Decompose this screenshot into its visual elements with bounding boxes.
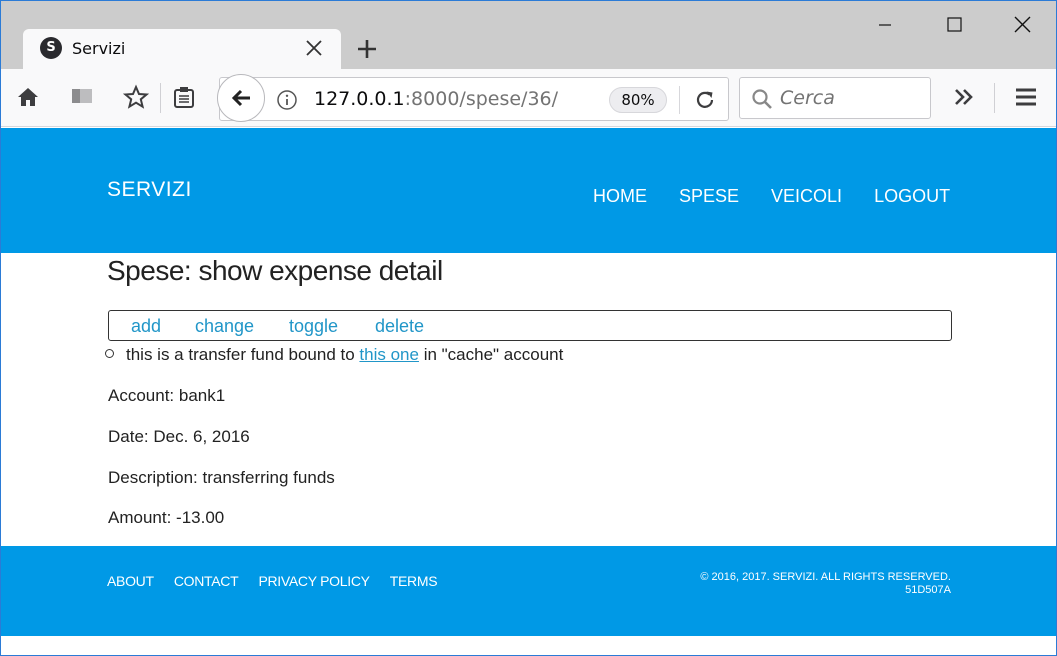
footer-contact[interactable]: CONTACT: [174, 573, 239, 589]
description-field: Description: transferring funds: [108, 468, 335, 487]
toggle-link[interactable]: toggle: [289, 316, 338, 337]
search-bar[interactable]: [739, 77, 931, 119]
delete-link[interactable]: delete: [375, 316, 424, 337]
reader-icon[interactable]: [171, 84, 197, 110]
note-prefix: this is a transfer fund bound to: [126, 345, 360, 364]
account-field: Account: bank1: [108, 386, 226, 405]
url-path: :8000/spese/36/: [404, 88, 559, 110]
main-nav: HOME SPESE VEICOLI LOGOUT: [593, 186, 982, 207]
url-bar[interactable]: 127.0.0.1:8000/spese/36/ 80%: [219, 77, 729, 121]
minimize-icon[interactable]: [871, 11, 899, 39]
linked-expense-link[interactable]: this one: [359, 345, 419, 364]
amount-field: Amount: -13.00: [108, 508, 225, 527]
reload-icon[interactable]: [693, 88, 717, 112]
navigation-toolbar: 127.0.0.1:8000/spese/36/ 80%: [1, 69, 1056, 127]
site-header: SERVIZI HOME SPESE VEICOLI LOGOUT: [1, 128, 1056, 253]
site-footer: ABOUT CONTACT PRIVACY POLICY TERMS © 201…: [1, 546, 1056, 636]
url-host: 127.0.0.1: [314, 88, 405, 110]
search-input[interactable]: [780, 85, 920, 111]
url-separator: [679, 86, 680, 114]
nav-veicoli[interactable]: VEICOLI: [771, 186, 842, 207]
overflow-icon[interactable]: [951, 84, 977, 110]
nav-home[interactable]: HOME: [593, 186, 647, 207]
site-favicon: S: [40, 37, 62, 59]
url-text[interactable]: 127.0.0.1:8000/spese/36/: [314, 88, 558, 110]
search-icon: [752, 89, 772, 109]
footer-terms[interactable]: TERMS: [390, 573, 438, 589]
footer-privacy[interactable]: PRIVACY POLICY: [258, 573, 370, 589]
page-title: Spese: show expense detail: [107, 255, 443, 286]
pocket-icon[interactable]: [69, 84, 95, 110]
close-tab-icon[interactable]: [303, 37, 325, 59]
new-tab-icon[interactable]: [353, 35, 381, 63]
transfer-note: this is a transfer fund bound to this on…: [105, 345, 563, 365]
zoom-indicator[interactable]: 80%: [609, 87, 667, 113]
maximize-icon[interactable]: [940, 11, 968, 39]
action-bar: add change toggle delete: [108, 310, 952, 341]
toolbar-separator: [994, 83, 995, 113]
footer-about[interactable]: ABOUT: [107, 573, 154, 589]
date-field: Date: Dec. 6, 2016: [108, 427, 250, 446]
list-bullet: [105, 349, 114, 358]
nav-spese[interactable]: SPESE: [679, 186, 739, 207]
toolbar-separator: [160, 83, 161, 113]
hamburger-menu-icon[interactable]: [1013, 84, 1039, 110]
tab-strip: S Servizi: [1, 1, 1056, 69]
nav-logout[interactable]: LOGOUT: [874, 186, 950, 207]
home-icon[interactable]: [15, 84, 41, 110]
footer-nav: ABOUT CONTACT PRIVACY POLICY TERMS: [107, 571, 452, 590]
back-button[interactable]: [217, 74, 265, 122]
copyright-text: © 2016, 2017. SERVIZI. ALL RIGHTS RESERV…: [700, 571, 951, 596]
info-icon[interactable]: [276, 89, 298, 111]
add-link[interactable]: add: [131, 316, 161, 337]
tab-title: Servizi: [72, 39, 126, 58]
bookmark-star-icon[interactable]: [123, 84, 149, 110]
change-link[interactable]: change: [195, 316, 254, 337]
close-window-icon[interactable]: [1009, 11, 1037, 39]
site-brand[interactable]: SERVIZI: [107, 178, 192, 202]
note-suffix: in "cache" account: [418, 345, 564, 364]
back-arrow-icon: [231, 89, 250, 107]
browser-tab[interactable]: S Servizi: [23, 29, 341, 69]
